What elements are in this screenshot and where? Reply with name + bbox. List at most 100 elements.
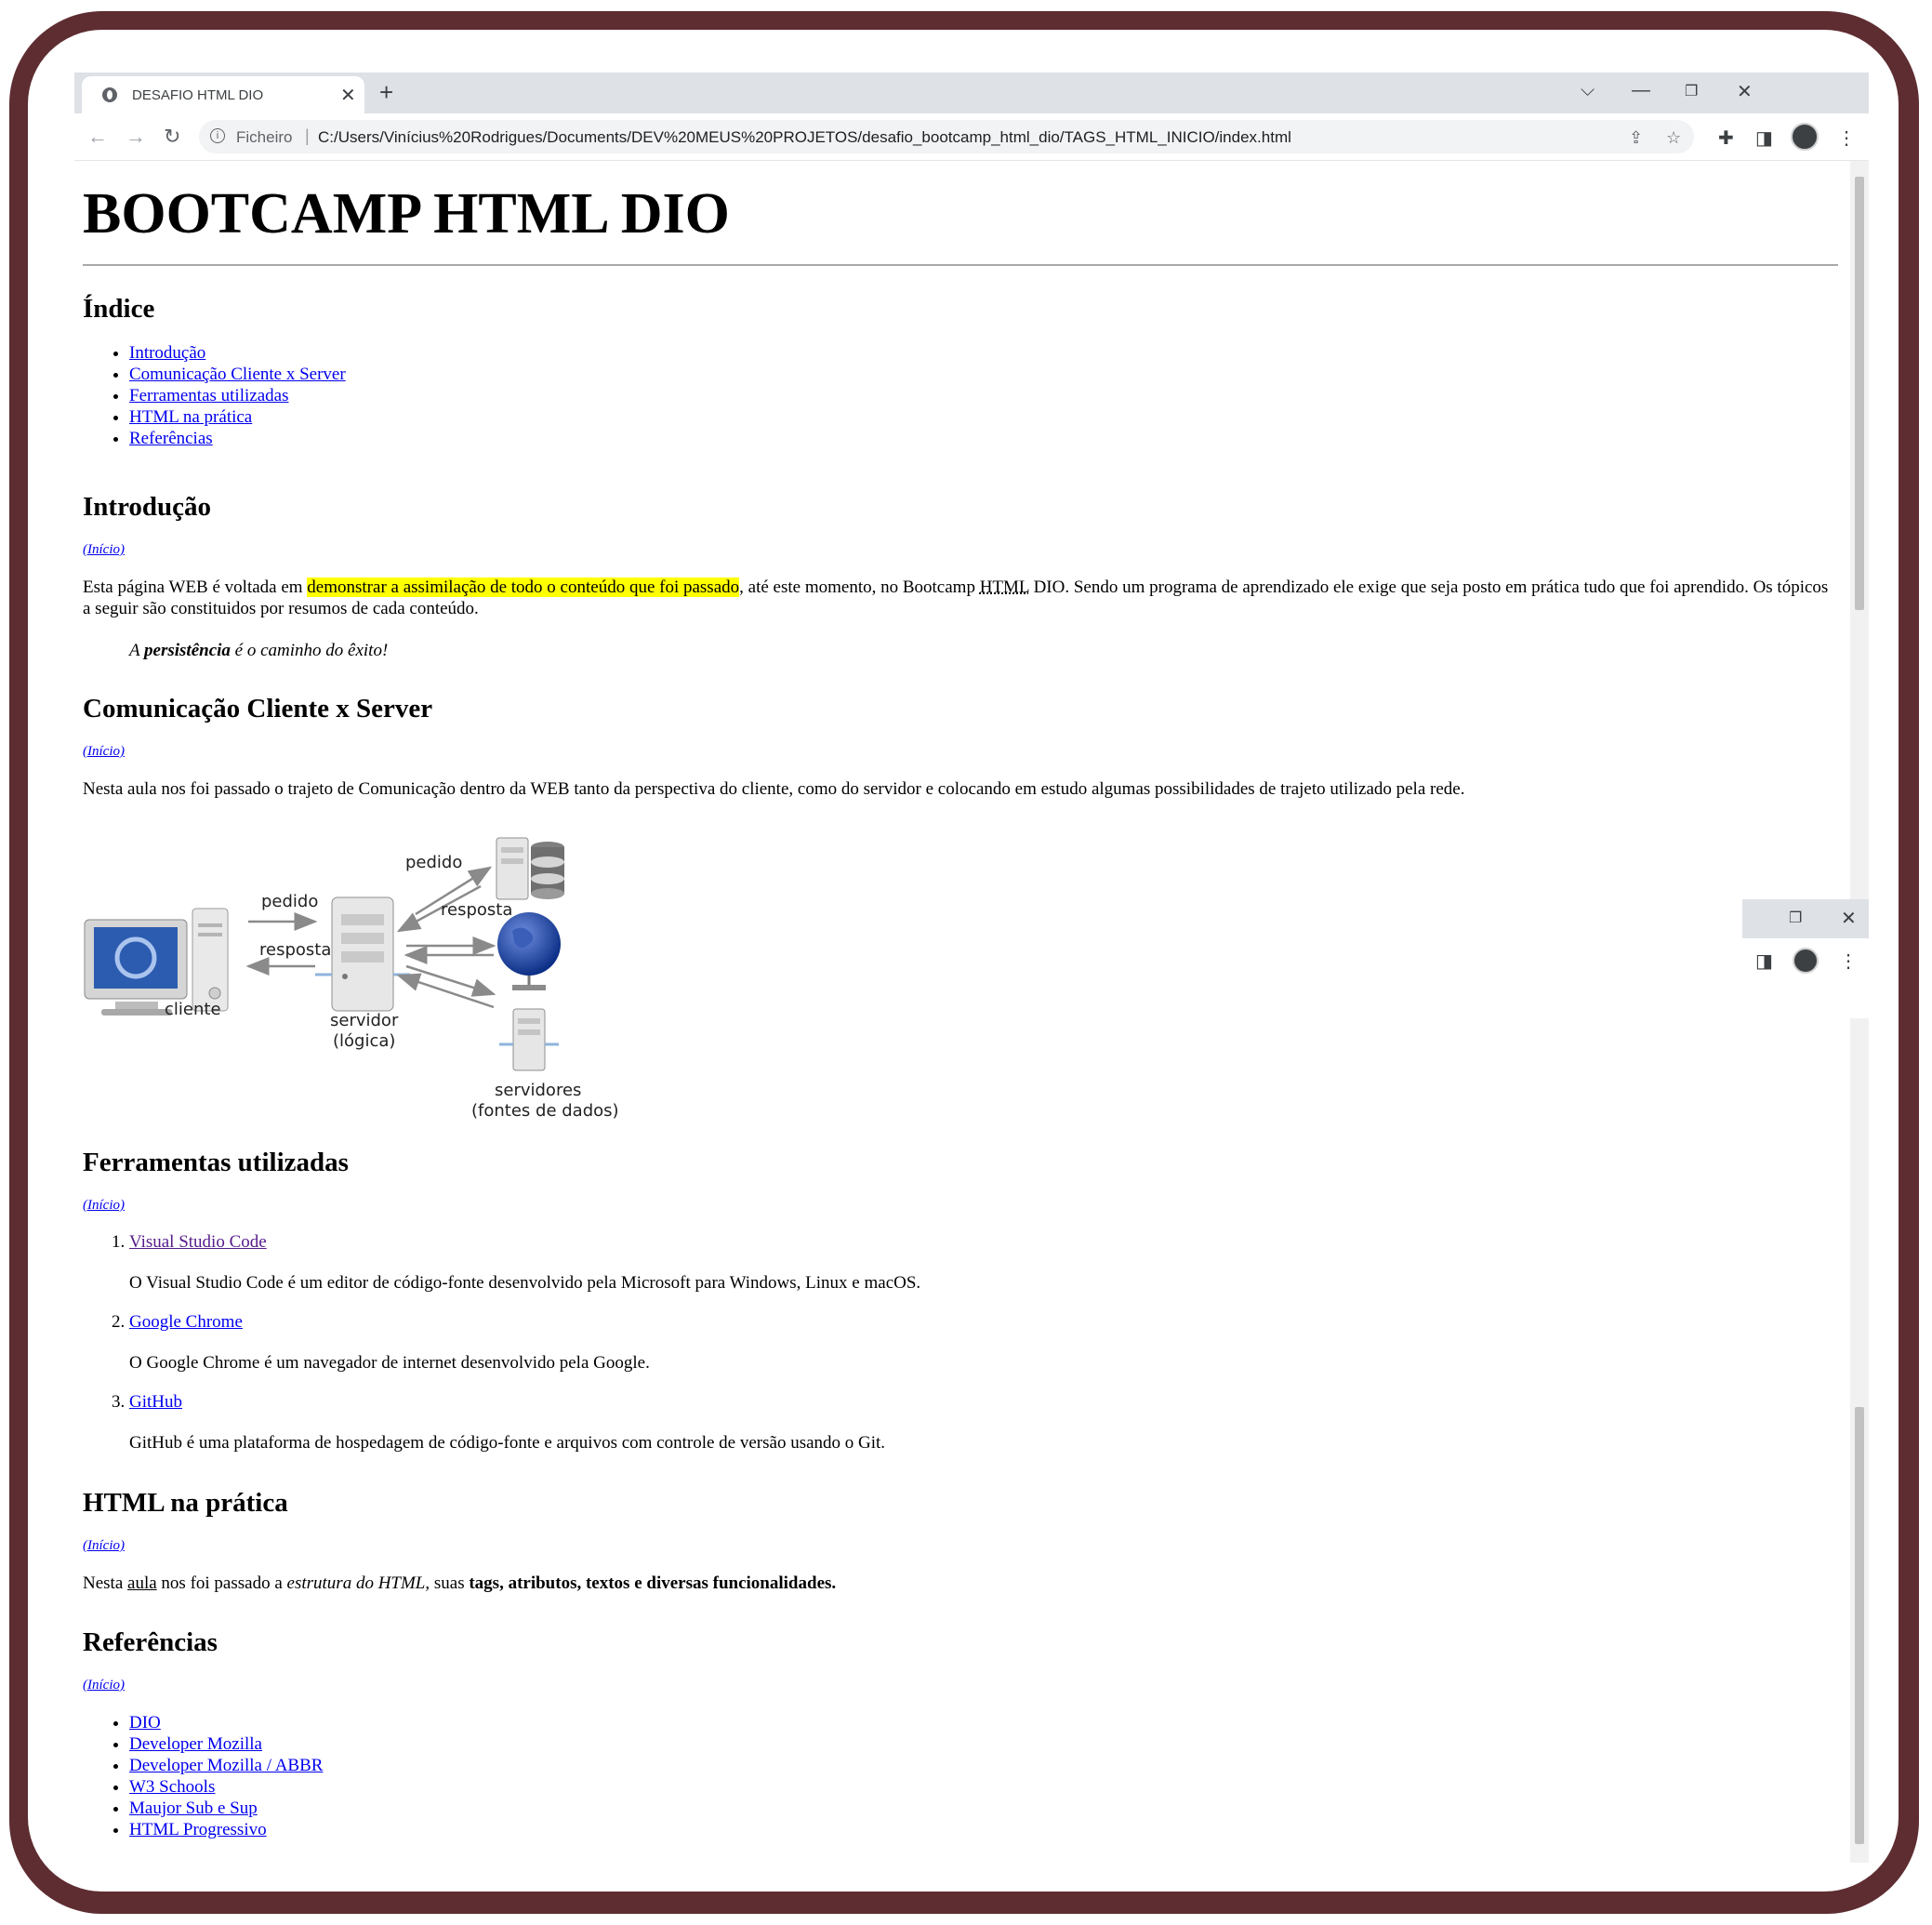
practice-text: nos foi passado a — [156, 1573, 287, 1593]
refs-heading: Referências — [83, 1627, 218, 1657]
page-title: BOOTCAMP HTML DIO — [83, 182, 730, 246]
inicio-link[interactable]: (Início) — [83, 1198, 125, 1214]
intro-quote: A persistência é o caminho do êxito! — [129, 640, 388, 661]
ref-link-maujor[interactable]: Maujor Sub e Sup — [129, 1799, 258, 1818]
practice-heading: HTML na prática — [83, 1488, 288, 1518]
index-link-practice[interactable]: HTML na prática — [129, 407, 252, 427]
close-window-icon[interactable]: ✕ — [1737, 80, 1753, 103]
index-link-tools[interactable]: Ferramentas utilizadas — [129, 386, 288, 405]
label-servidores: servidores — [495, 1081, 581, 1100]
list-item: DIO — [129, 1712, 323, 1733]
client-server-diagram: pedido resposta pedido resposta cliente … — [84, 837, 619, 1121]
separator: | — [305, 126, 310, 145]
inicio-link[interactable]: (Início) — [83, 1538, 125, 1554]
label-fontes: (fontes de dados) — [471, 1101, 619, 1121]
quote-text: é o caminho do êxito! — [230, 641, 389, 660]
refs-list: DIO Developer Mozilla Developer Mozilla … — [83, 1712, 323, 1840]
label-servidor: servidor — [330, 1011, 399, 1030]
ref-link-html-progressivo[interactable]: HTML Progressivo — [129, 1820, 267, 1839]
intro-paragraph: Esta página WEB é voltada em demonstrar … — [83, 577, 1831, 619]
avatar[interactable] — [1793, 948, 1819, 974]
label-pedido-client: pedido — [261, 892, 318, 911]
side-panel-icon[interactable]: ◨ — [1755, 949, 1773, 972]
label-logica: (lógica) — [333, 1031, 395, 1051]
remote-server-icon — [499, 1008, 559, 1071]
intro-text: Esta página WEB é voltada em — [83, 578, 308, 597]
index-link-refs[interactable]: Referências — [129, 429, 213, 448]
practice-text: , suas — [425, 1573, 470, 1593]
tool-link-chrome[interactable]: Google Chrome — [129, 1312, 243, 1333]
globe-icon — [102, 87, 117, 102]
side-panel-icon[interactable]: ◨ — [1755, 126, 1773, 150]
tool-link-vscode[interactable]: Visual Studio Code — [129, 1232, 267, 1253]
share-icon[interactable]: ⇪ — [1629, 128, 1643, 148]
label-resposta-server: resposta — [441, 900, 512, 920]
page-viewport: BOOTCAMP HTML DIO Índice Introdução Comu… — [74, 161, 1850, 1863]
ref-link-mozilla[interactable]: Developer Mozilla — [129, 1734, 262, 1754]
tab-title: DESAFIO HTML DIO — [132, 87, 264, 103]
more-icon[interactable]: ⋮ — [1839, 949, 1858, 972]
practice-bold: tags, atributos, textos e diversas funci… — [469, 1573, 837, 1593]
back-icon[interactable]: ← — [87, 125, 108, 149]
quote-text: A — [129, 641, 145, 660]
list-number: 1. — [112, 1232, 126, 1252]
database-server-icon — [496, 837, 564, 900]
quote-bold: persistência — [144, 641, 231, 660]
scrollbar-thumb[interactable] — [1855, 177, 1864, 610]
more-icon[interactable]: ⋮ — [1837, 126, 1856, 150]
label-resposta-client: resposta — [259, 940, 331, 960]
tab-strip: DESAFIO HTML DIO ✕ + ⌵ — ❐ ✕ — [74, 73, 1869, 113]
intro-heading: Introdução — [83, 492, 212, 522]
forward-icon[interactable]: → — [126, 125, 146, 149]
url-text[interactable]: C:/Users/Vinícius%20Rodrigues/Documents/… — [318, 128, 1291, 147]
scheme-label: Ficheiro — [236, 128, 293, 146]
overlay-titlebar: ❐ ✕ — [1742, 899, 1869, 938]
intro-text: , até este momento, no Bootcamp — [739, 578, 980, 597]
practice-paragraph: Nesta aula nos foi passado a estrutura d… — [83, 1573, 836, 1594]
ref-link-mozilla-abbr[interactable]: Developer Mozilla / ABBR — [129, 1756, 323, 1775]
list-number: 2. — [112, 1312, 126, 1332]
inicio-link[interactable]: (Início) — [83, 542, 125, 558]
chevron-down-icon[interactable]: ⌵ — [1581, 80, 1595, 101]
ref-link-w3schools[interactable]: W3 Schools — [129, 1777, 215, 1797]
reload-icon[interactable]: ↻ — [164, 125, 180, 149]
restore-icon[interactable]: ❐ — [1685, 82, 1698, 100]
plus-icon[interactable]: + — [379, 78, 393, 107]
star-icon[interactable]: ☆ — [1666, 128, 1681, 148]
list-item: HTML Progressivo — [129, 1819, 323, 1840]
highlight: demonstrar a assimilação de todo o conte… — [307, 578, 740, 597]
overlay-toolbar: ◨ ⋮ — [1742, 938, 1869, 1018]
tool-link-github[interactable]: GitHub — [129, 1392, 182, 1413]
inicio-link[interactable]: (Início) — [83, 1678, 125, 1693]
tools-heading: Ferramentas utilizadas — [83, 1148, 349, 1177]
index-link-intro[interactable]: Introdução — [129, 343, 205, 363]
practice-underline: aula — [127, 1573, 157, 1593]
address-bar[interactable]: i Ficheiro | C:/Users/Vinícius%20Rodrigu… — [199, 120, 1694, 153]
ref-link-dio[interactable]: DIO — [129, 1713, 161, 1732]
inicio-link[interactable]: (Início) — [83, 744, 125, 760]
scrollbar-thumb[interactable] — [1855, 1407, 1864, 1844]
list-item: Referências — [129, 428, 346, 449]
toolbar: ← → ↻ i Ficheiro | C:/Users/Vinícius%20R… — [74, 113, 1869, 161]
close-icon[interactable]: ✕ — [340, 84, 356, 107]
avatar[interactable] — [1791, 123, 1819, 151]
close-icon[interactable]: ✕ — [1841, 907, 1857, 929]
practice-italic: estrutura do HTML — [286, 1573, 426, 1593]
list-item: W3 Schools — [129, 1776, 323, 1798]
info-icon[interactable]: i — [210, 128, 225, 143]
list-item: HTML na prática — [129, 406, 346, 428]
list-item: Developer Mozilla / ABBR — [129, 1755, 323, 1776]
tool-desc: O Visual Studio Code é um editor de códi… — [129, 1273, 921, 1293]
index-heading: Índice — [83, 294, 155, 324]
extensions-icon[interactable]: ✚ — [1718, 126, 1734, 150]
index-link-comm[interactable]: Comunicação Cliente x Server — [129, 365, 346, 384]
list-item: Introdução — [129, 342, 346, 364]
tool-desc: GitHub é uma plataforma de hospedagem de… — [129, 1433, 886, 1453]
browser-window: DESAFIO HTML DIO ✕ + ⌵ — ❐ ✕ ← → ↻ i Fic… — [74, 73, 1869, 1863]
list-number: 3. — [112, 1392, 126, 1412]
tab-active[interactable]: DESAFIO HTML DIO ✕ — [82, 76, 364, 113]
minimize-icon[interactable]: — — [1632, 80, 1650, 101]
overlay-window: ❐ ✕ ◨ ⋮ — [1742, 899, 1869, 1018]
restore-icon[interactable]: ❐ — [1789, 909, 1802, 926]
list-item: Developer Mozilla — [129, 1733, 323, 1755]
